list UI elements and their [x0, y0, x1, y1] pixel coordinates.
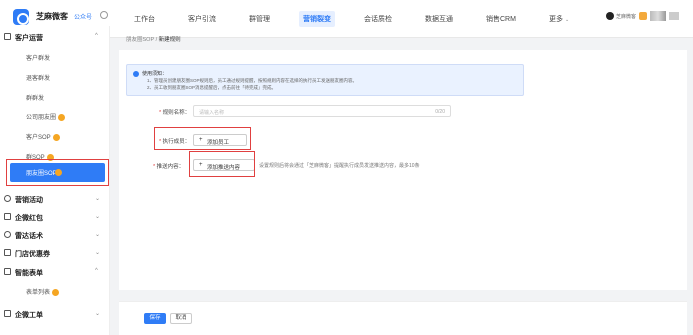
chevron-up-icon: ^ — [95, 268, 98, 274]
brand-logo-icon — [13, 9, 29, 25]
sidebar-item-form-list[interactable]: 表单列表 — [26, 287, 60, 296]
nav-session-inspection[interactable]: 会话质检 — [360, 11, 396, 27]
breadcrumb-current: 新建规则 — [158, 37, 181, 43]
form-icon — [4, 268, 11, 275]
notice-line: 1、管理员创建朋友圈SOP规则后，员工通过规则提醒，按照规则内容在选择的执行员工… — [147, 78, 358, 83]
chevron-down-icon: ⌄ — [564, 17, 570, 23]
sidebar-item-label: 公司朋友圈 — [26, 115, 57, 121]
user-menu-icon[interactable] — [669, 12, 679, 20]
brand-name: 芝麻微客 — [36, 12, 68, 21]
sidebar-group-work-order[interactable]: 企微工单 ⌄ — [0, 306, 110, 322]
premium-badge-icon — [52, 133, 60, 141]
sidebar-group-label: 客户运营 — [15, 35, 43, 42]
rule-name-counter: 0/20 — [435, 109, 445, 115]
premium-badge-icon — [58, 113, 66, 121]
red-packet-icon — [4, 213, 11, 220]
chevron-up-icon: ^ — [95, 33, 98, 39]
sidebar-group-red-packet[interactable]: 企微红包 ⌄ — [0, 209, 110, 225]
sidebar-item-group-broadcast[interactable]: 群群发 — [26, 93, 44, 102]
sidebar-group-marketing[interactable]: 营销活动 ⌄ — [0, 191, 110, 207]
nav-sales-crm[interactable]: 销售CRM — [482, 11, 520, 27]
nav-group-management[interactable]: 群管理 — [245, 11, 274, 27]
rule-name-label-text: 规则名称： — [162, 110, 191, 116]
sidebar-group-smart-form[interactable]: 智能表单 ^ — [0, 264, 110, 280]
rule-form-card: 使用须知： 1、管理员创建朋友圈SOP规则后，员工通过规则提醒，按照规则内容在选… — [119, 50, 687, 290]
sidebar-item-company-moments[interactable]: 公司朋友圈 — [26, 112, 66, 121]
main-nav: 工作台 客户引流 群管理 营销裂变 会话质检 数据互通 销售CRM 更多 ⌄ — [130, 0, 598, 38]
sidebar-group-label: 企微工单 — [15, 312, 43, 319]
customer-ops-icon — [4, 33, 11, 40]
notice-line: 2、员工收到朋友圈SOP消息提醒后，点击前往「待完成」完成。 — [147, 85, 277, 90]
chevron-down-icon: ⌄ — [95, 196, 101, 202]
highlight-box — [6, 159, 109, 186]
notice-title: 使用须知： — [142, 71, 168, 77]
chevron-down-icon: ⌄ — [95, 214, 101, 220]
sidebar-group-label: 企微红包 — [15, 215, 43, 222]
form-footer: 保存 取消 — [119, 301, 687, 335]
radar-icon — [4, 231, 11, 238]
chevron-down-icon: ⌄ — [95, 250, 101, 256]
premium-badge-icon — [52, 288, 60, 296]
push-content-hint: 设置规则后将会通过「芝麻微客」提醒执行成员发送推送内容，最多10条 — [259, 163, 420, 169]
company-logo-icon — [639, 12, 647, 20]
highlight-box — [189, 151, 255, 177]
sidebar-group-customer-ops[interactable]: 客户运营 ^ — [0, 29, 110, 45]
nav-data-sync[interactable]: 数据互通 — [421, 11, 457, 27]
sidebar-group-radar[interactable]: 雷达话术 ⌄ — [0, 227, 110, 243]
sidebar-item-label: 客户SOP — [26, 135, 51, 141]
user-status-icon — [605, 12, 614, 20]
sidebar-item-customer-sop[interactable]: 客户SOP — [26, 132, 60, 141]
marketing-icon — [4, 195, 11, 202]
breadcrumb: 朋友圈SOP / 新建规则 — [126, 35, 181, 43]
info-icon — [133, 71, 139, 77]
rule-name-placeholder: 请输入名称 — [199, 110, 225, 116]
sidebar-item-lost-customer-broadcast[interactable]: 退客群发 — [26, 73, 50, 82]
user-name: 芝麻微客 — [615, 13, 636, 20]
highlight-box — [154, 127, 251, 150]
cancel-button[interactable]: 取消 — [170, 313, 192, 324]
save-button[interactable]: 保存 — [144, 313, 166, 324]
sidebar-group-coupon[interactable]: 门店优惠券 ⌄ — [0, 245, 110, 261]
breadcrumb-parent[interactable]: 朋友圈SOP — [126, 37, 154, 43]
sidebar-item-customer-broadcast[interactable]: 客户群发 — [26, 53, 50, 62]
user-area[interactable]: 芝麻微客 — [605, 11, 679, 21]
work-order-icon — [4, 310, 11, 317]
sidebar: 客户运营 ^ 客户群发 退客群发 群群发 公司朋友圈 客户SOP 群SOP 朋友… — [0, 26, 110, 335]
nav-marketing[interactable]: 营销裂变 — [299, 11, 335, 27]
switch-icon[interactable] — [100, 11, 108, 19]
sidebar-group-label: 营销活动 — [15, 197, 43, 204]
sidebar-group-label: 雷达话术 — [15, 233, 43, 240]
sidebar-item-label: 表单列表 — [26, 290, 51, 296]
avatar[interactable] — [650, 11, 666, 21]
breadcrumb-separator: / — [155, 37, 158, 43]
push-content-label: * 推送内容： — [153, 162, 184, 170]
sidebar-group-label: 门店优惠券 — [15, 251, 50, 258]
chevron-down-icon: ⌄ — [95, 232, 101, 238]
nav-more-label: 更多 — [548, 16, 563, 23]
nav-more[interactable]: 更多 ⌄ — [545, 11, 573, 27]
chevron-down-icon: ⌄ — [95, 311, 101, 317]
coupon-icon — [4, 249, 11, 256]
public-account-link[interactable]: 公众号 — [74, 12, 92, 21]
nav-customer-acquisition[interactable]: 客户引流 — [184, 11, 220, 27]
usage-notice: 使用须知： 1、管理员创建朋友圈SOP规则后，员工通过规则提醒，按照规则内容在选… — [126, 64, 524, 96]
rule-name-input[interactable]: 请输入名称 0/20 — [193, 105, 451, 117]
push-content-label-text: 推送内容： — [156, 164, 185, 170]
sidebar-group-label: 智能表单 — [15, 270, 43, 277]
nav-workbench[interactable]: 工作台 — [130, 11, 159, 27]
rule-name-label: * 规则名称： — [159, 108, 190, 116]
